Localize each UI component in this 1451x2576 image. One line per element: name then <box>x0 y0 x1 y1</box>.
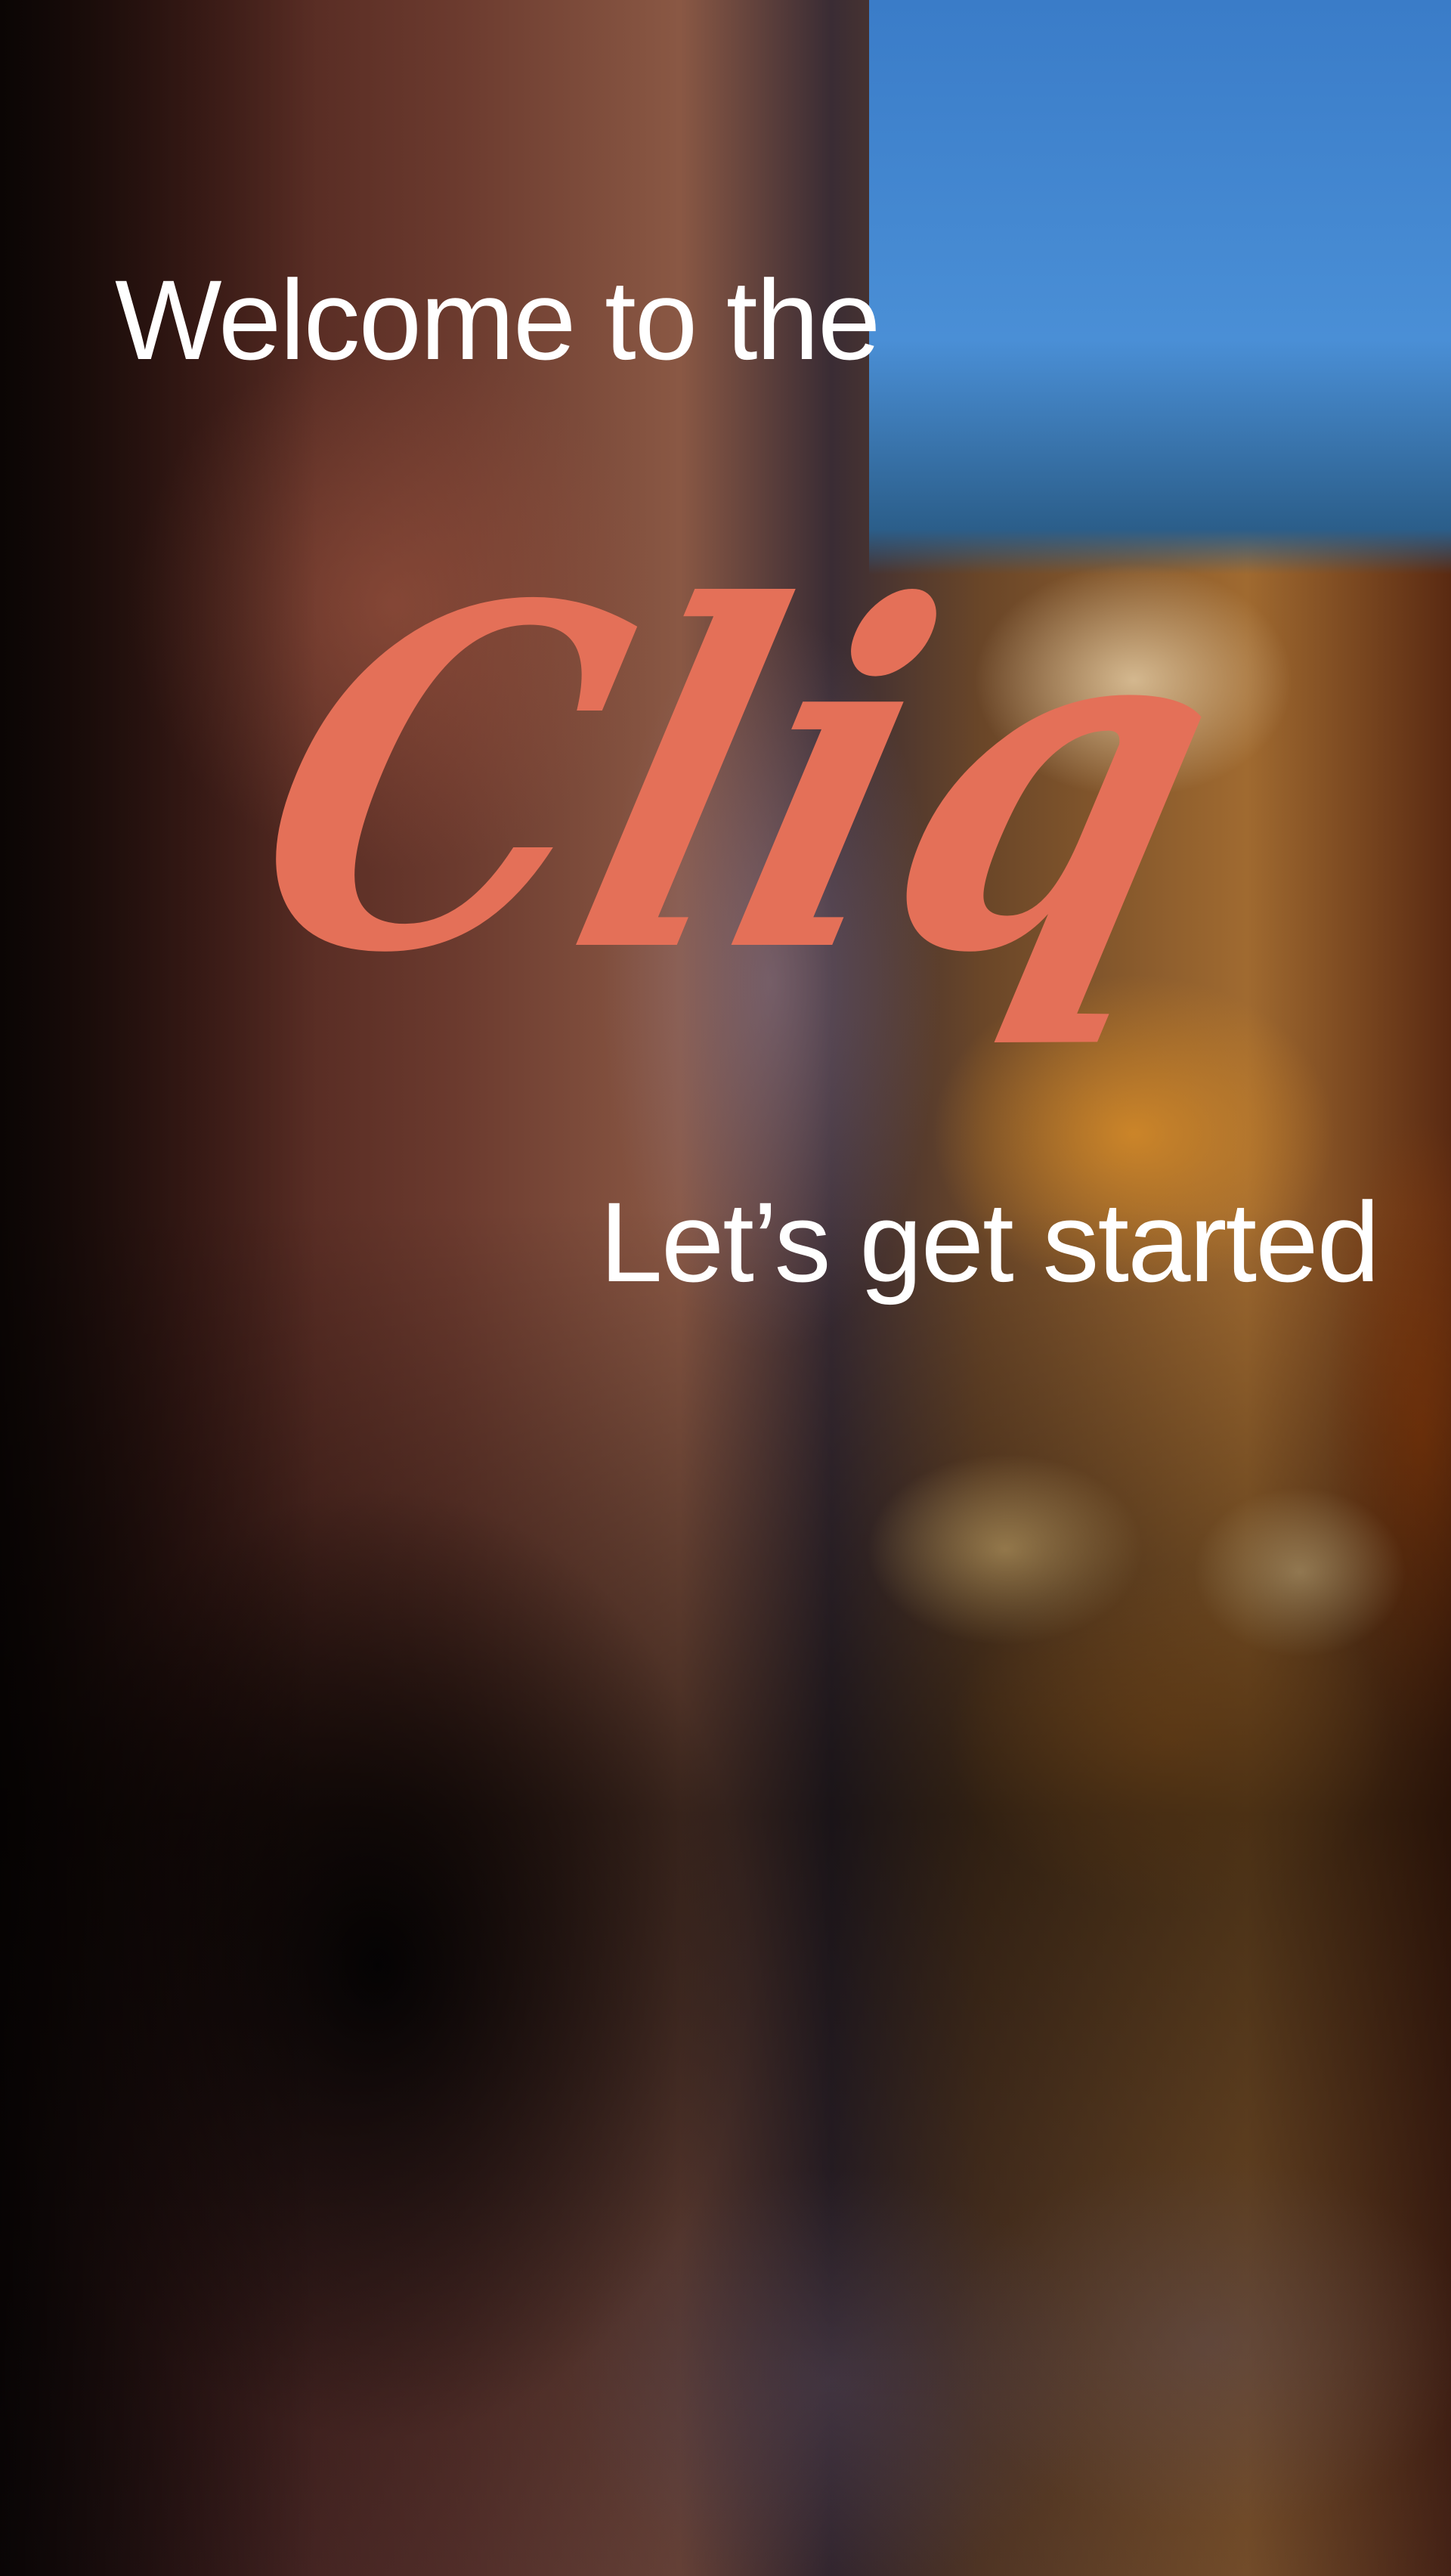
cliq-logo: Cliq <box>151 499 1300 1149</box>
welcome-heading: Welcome to the <box>115 256 880 383</box>
cliq-logo-svg: Cliq <box>209 506 1267 1056</box>
logo-text: Cliq <box>209 506 1267 1056</box>
welcome-screen: Welcome to the Cliq Let’s get started <box>0 0 1451 2576</box>
get-started-link[interactable]: Let’s get started <box>599 1185 1380 1299</box>
